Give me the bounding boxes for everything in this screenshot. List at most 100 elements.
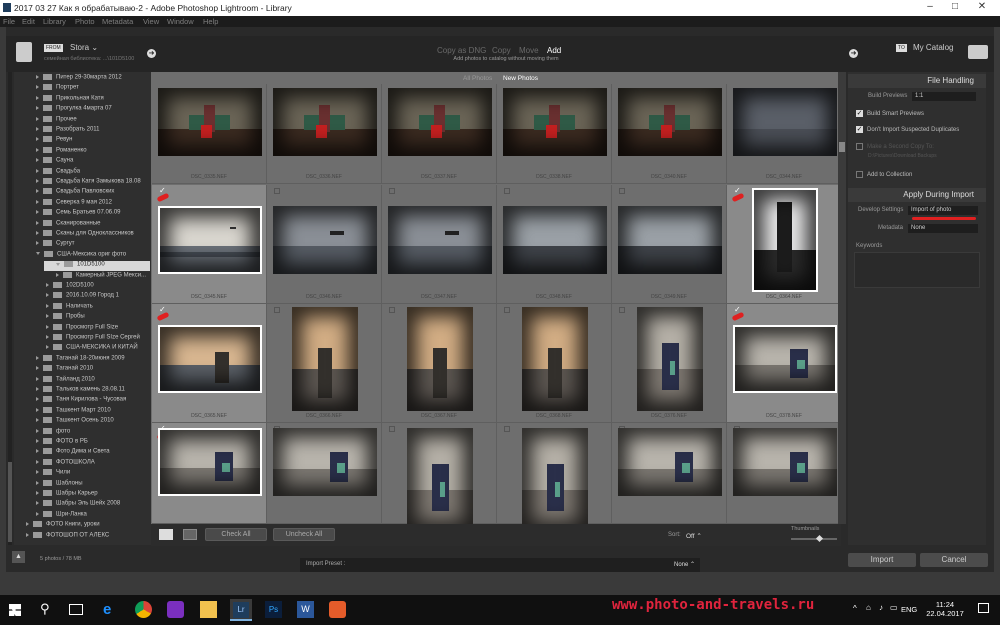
include-checkbox[interactable] (389, 307, 395, 313)
photo-cell[interactable]: DSC_0368.NEF (497, 304, 612, 423)
folder-item[interactable]: ФОТОШОП ОТ АЛЕКС (26, 531, 109, 542)
folder-item[interactable]: Северка 9 мая 2012 (36, 198, 112, 209)
cancel-button[interactable]: Cancel (920, 553, 988, 567)
metadata-dropdown[interactable]: None (908, 224, 978, 233)
add-to-collection-option[interactable]: Add to Collection (856, 171, 912, 178)
checkbox-unchecked-icon[interactable] (856, 171, 863, 178)
photo-cell[interactable] (497, 423, 612, 532)
photo-thumbnail[interactable] (406, 428, 473, 532)
chrome-icon[interactable] (135, 601, 152, 618)
collapse-icon[interactable]: ▲ (12, 551, 25, 563)
disclosure-closed-icon[interactable] (36, 501, 39, 506)
disclosure-closed-icon[interactable] (36, 189, 39, 194)
disclosure-closed-icon[interactable] (36, 470, 39, 475)
disclosure-closed-icon[interactable] (36, 366, 39, 371)
disclosure-closed-icon[interactable] (46, 335, 49, 339)
uncheck-all-button[interactable]: Uncheck All (273, 528, 335, 541)
folder-item[interactable]: Питер 29-30марта 2012 (36, 74, 122, 84)
folder-item[interactable]: Шаблоны (36, 479, 83, 490)
photo-cell[interactable]: ✓ DSC_0364.NEF (727, 185, 842, 304)
disclosure-closed-icon[interactable] (36, 127, 39, 131)
disclosure-closed-icon[interactable] (46, 324, 49, 329)
photo-thumbnail[interactable] (387, 205, 492, 274)
photo-cell[interactable]: DSC_0338.NEF (497, 84, 612, 184)
disclosure-closed-icon[interactable] (36, 491, 39, 495)
folder-item[interactable]: Разобрать 2011 (36, 126, 100, 136)
search-icon[interactable]: ⚲ (40, 601, 57, 618)
disclosure-closed-icon[interactable] (36, 449, 39, 454)
disclosure-closed-icon[interactable] (36, 387, 39, 391)
include-checkbox[interactable] (274, 188, 280, 194)
destination-catalog[interactable]: My Catalog (913, 43, 953, 52)
import-button[interactable]: Import (848, 553, 916, 567)
folder-item[interactable]: Камерный JPEG Мекси... (56, 271, 146, 282)
photo-cell[interactable]: ✓ DSC_0378.NEF (727, 304, 842, 423)
photo-thumbnail[interactable] (157, 88, 262, 156)
notification-area-icon[interactable]: ▭ (890, 603, 898, 612)
photo-cell[interactable]: DSC_0349.NEF (612, 185, 727, 304)
edge-icon[interactable]: e (103, 601, 120, 618)
disclosure-closed-icon[interactable] (36, 480, 39, 485)
disclosure-closed-icon[interactable] (36, 147, 39, 152)
app-icon-purple[interactable] (167, 601, 184, 618)
check-all-button[interactable]: Check All (205, 528, 267, 541)
folder-item[interactable]: Тайланд 2010 (36, 375, 95, 386)
photo-thumbnail[interactable] (272, 205, 377, 274)
folder-item[interactable]: 102D5100 (46, 282, 94, 292)
photo-cell[interactable]: DSC_0348.NEF (497, 185, 612, 304)
folder-item[interactable]: Прочее (36, 115, 77, 126)
photo-cell[interactable]: ✓ DSC_0345.NEF (152, 185, 267, 304)
input-language[interactable]: ENG (901, 605, 917, 614)
close-button[interactable]: ✕ (972, 1, 992, 15)
photo-thumbnail[interactable] (272, 428, 377, 496)
photo-thumbnail[interactable] (521, 306, 588, 411)
word-icon[interactable]: W (297, 601, 314, 618)
disclosure-closed-icon[interactable] (36, 220, 39, 225)
photoshop-icon[interactable]: Ps (265, 601, 282, 618)
file-handling-header[interactable]: File Handling (848, 74, 986, 88)
folder-item[interactable]: Наличать (46, 302, 93, 313)
disclosure-closed-icon[interactable] (36, 355, 39, 360)
disclosure-closed-icon[interactable] (36, 459, 39, 464)
folder-item[interactable]: Прикольная Катя (36, 94, 104, 105)
photo-thumbnail[interactable] (617, 205, 722, 274)
photo-cell[interactable] (267, 423, 382, 524)
volume-icon[interactable]: ♪ (879, 603, 883, 612)
photo-cell[interactable]: ✓ DSC_0365.NEF (152, 304, 267, 423)
folder-item[interactable]: фото (36, 427, 70, 438)
folder-item[interactable]: Шри-Ланка (36, 510, 87, 521)
loupe-view-icon[interactable] (183, 529, 197, 540)
source-selector[interactable]: Stora ⌄ (70, 43, 98, 52)
photo-cell[interactable]: DSC_0336.NEF (267, 84, 382, 184)
include-checkbox[interactable] (504, 307, 510, 313)
folder-item[interactable]: Таганай 18-20июня 2009 (36, 354, 125, 365)
folder-item[interactable]: 101D5100 (44, 261, 150, 272)
folder-item[interactable]: Таня Кирилова - Чусовая (36, 396, 126, 406)
photo-cell[interactable]: DSC_0344.NEF (727, 84, 842, 184)
thumbnail-size-handle[interactable] (815, 534, 824, 543)
photo-cell[interactable]: ✓ (152, 423, 267, 524)
folder-item[interactable]: Портрет (36, 84, 79, 94)
photo-thumbnail[interactable] (521, 428, 588, 532)
sort-dropdown[interactable]: Off ⌃ (686, 532, 702, 540)
photo-cell[interactable]: DSC_0347.NEF (382, 185, 497, 304)
disclosure-closed-icon[interactable] (46, 314, 49, 319)
disclosure-closed-icon[interactable] (36, 407, 39, 412)
disclosure-closed-icon[interactable] (46, 283, 49, 287)
import-preset-dropdown[interactable]: None ⌃ (674, 561, 695, 568)
photo-cell[interactable]: DSC_0346.NEF (267, 185, 382, 304)
disclosure-closed-icon[interactable] (36, 75, 39, 79)
include-checkbox[interactable] (504, 426, 510, 432)
menu-file[interactable]: File (3, 17, 15, 26)
include-checkbox[interactable] (389, 188, 395, 194)
grid-view-icon[interactable] (159, 529, 173, 540)
disclosure-closed-icon[interactable] (36, 397, 39, 402)
disclosure-closed-icon[interactable] (26, 522, 29, 527)
folder-item[interactable]: Сургут (36, 240, 75, 250)
folder-item[interactable]: Романенко (36, 146, 87, 157)
build-smart-previews-option[interactable]: ✓ Build Smart Previews (856, 110, 924, 117)
disclosure-open-icon[interactable] (36, 252, 40, 256)
disclosure-closed-icon[interactable] (26, 532, 29, 537)
photo-thumbnail[interactable] (157, 324, 262, 393)
disclosure-closed-icon[interactable] (36, 116, 39, 121)
